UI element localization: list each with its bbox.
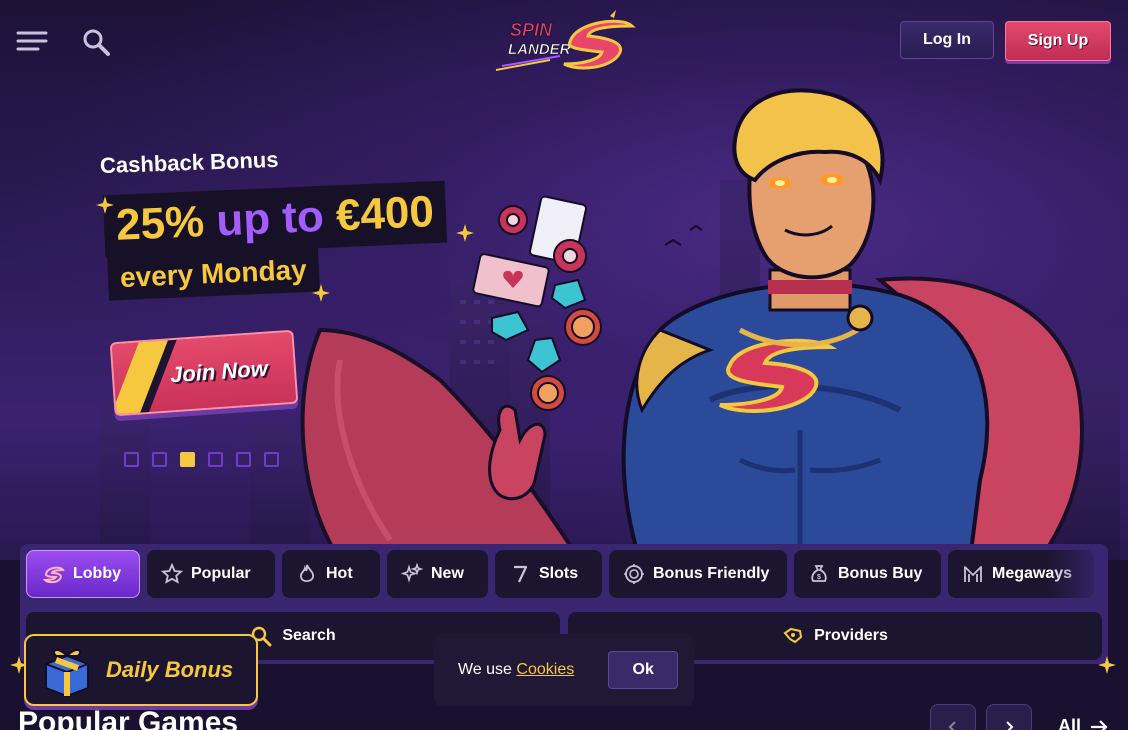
daily-bonus-label: Daily Bonus	[106, 657, 234, 682]
spinlander-logo[interactable]: SPIN LANDER	[490, 8, 640, 74]
promo-subtitle: every Monday	[107, 247, 320, 301]
chevron-left-icon	[948, 721, 956, 730]
svg-text:$: $	[817, 574, 821, 581]
coin-target-icon	[624, 564, 644, 584]
gift-box-icon	[45, 649, 89, 698]
all-label: All	[1058, 716, 1082, 730]
slider-dot[interactable]	[152, 452, 167, 467]
cookie-text: We use Cookies	[458, 661, 574, 679]
previous-arrow-button[interactable]	[930, 704, 976, 730]
promo-up-to: up to	[215, 191, 325, 246]
logo-text-spin: SPIN	[510, 20, 553, 40]
sparkle-icon	[96, 196, 114, 214]
join-now-label: Join Now	[169, 355, 269, 388]
slider-dot[interactable]	[264, 452, 279, 467]
top-header: SPIN LANDER Log In Sign Up	[0, 0, 1128, 80]
category-label: New	[431, 565, 464, 582]
sparkle-icon	[312, 284, 330, 302]
category-tab-hot[interactable]: Hot	[282, 550, 380, 598]
scroll-fade	[1048, 544, 1108, 606]
category-tab-lobby[interactable]: Lobby	[26, 550, 140, 598]
sparkles-icon	[401, 563, 423, 583]
logo-text-lander: LANDER	[508, 41, 571, 58]
cookie-ok-button[interactable]: Ok	[608, 651, 679, 689]
slider-dot[interactable]	[236, 452, 251, 467]
sparkle-icon	[456, 224, 474, 242]
providers-label: Providers	[814, 627, 888, 644]
flame-icon	[299, 564, 315, 583]
daily-bonus-button[interactable]: Daily Bonus	[24, 634, 258, 706]
category-label: Hot	[326, 565, 353, 582]
megaways-m-icon	[964, 566, 982, 582]
slider-dot[interactable]	[124, 452, 139, 467]
login-button[interactable]: Log In	[900, 21, 994, 59]
next-arrow-button[interactable]	[986, 704, 1032, 730]
chevron-right-icon	[1006, 721, 1014, 730]
seven-icon	[514, 565, 528, 583]
category-bar: Lobby Popular Hot New Slots Bonus Friend…	[20, 544, 1108, 606]
arrow-right-icon	[1091, 719, 1108, 730]
money-bag-icon: $	[811, 565, 827, 582]
category-tab-slots[interactable]: Slots	[495, 550, 602, 598]
view-all-link[interactable]: All	[1058, 716, 1109, 730]
promo-percent: 25%	[115, 197, 206, 250]
cookie-message: We use	[458, 661, 512, 678]
superhero-illustration	[300, 88, 1084, 560]
category-label: Slots	[539, 565, 579, 582]
spin-logo-icon	[43, 566, 65, 584]
signup-button[interactable]: Sign Up	[1005, 21, 1111, 61]
category-label: Lobby	[73, 565, 121, 582]
promo-amount: €400	[334, 187, 435, 241]
category-tab-bonus-buy[interactable]: $ Bonus Buy	[794, 550, 941, 598]
hamburger-menu-icon[interactable]	[16, 28, 48, 54]
category-tab-popular[interactable]: Popular	[147, 550, 275, 598]
category-label: Popular	[191, 565, 251, 582]
cookie-banner: We use Cookies Ok	[434, 634, 694, 706]
slider-dot-active[interactable]	[180, 452, 195, 467]
join-now-button[interactable]: Join Now	[109, 329, 299, 417]
category-label: Bonus Friendly	[653, 565, 770, 582]
search-icon[interactable]	[80, 26, 112, 58]
slider-dot[interactable]	[208, 452, 223, 467]
category-label: Bonus Buy	[838, 565, 923, 582]
slider-pagination	[124, 452, 279, 467]
star-icon	[161, 563, 183, 584]
cookies-link[interactable]: Cookies	[516, 661, 574, 678]
category-tab-new[interactable]: New	[387, 550, 488, 598]
providers-icon	[783, 627, 803, 644]
search-label: Search	[282, 627, 336, 644]
sparkle-icon	[1098, 656, 1116, 674]
category-tab-bonus-friendly[interactable]: Bonus Friendly	[609, 550, 787, 598]
popular-games-title: Popular Games	[18, 706, 239, 730]
